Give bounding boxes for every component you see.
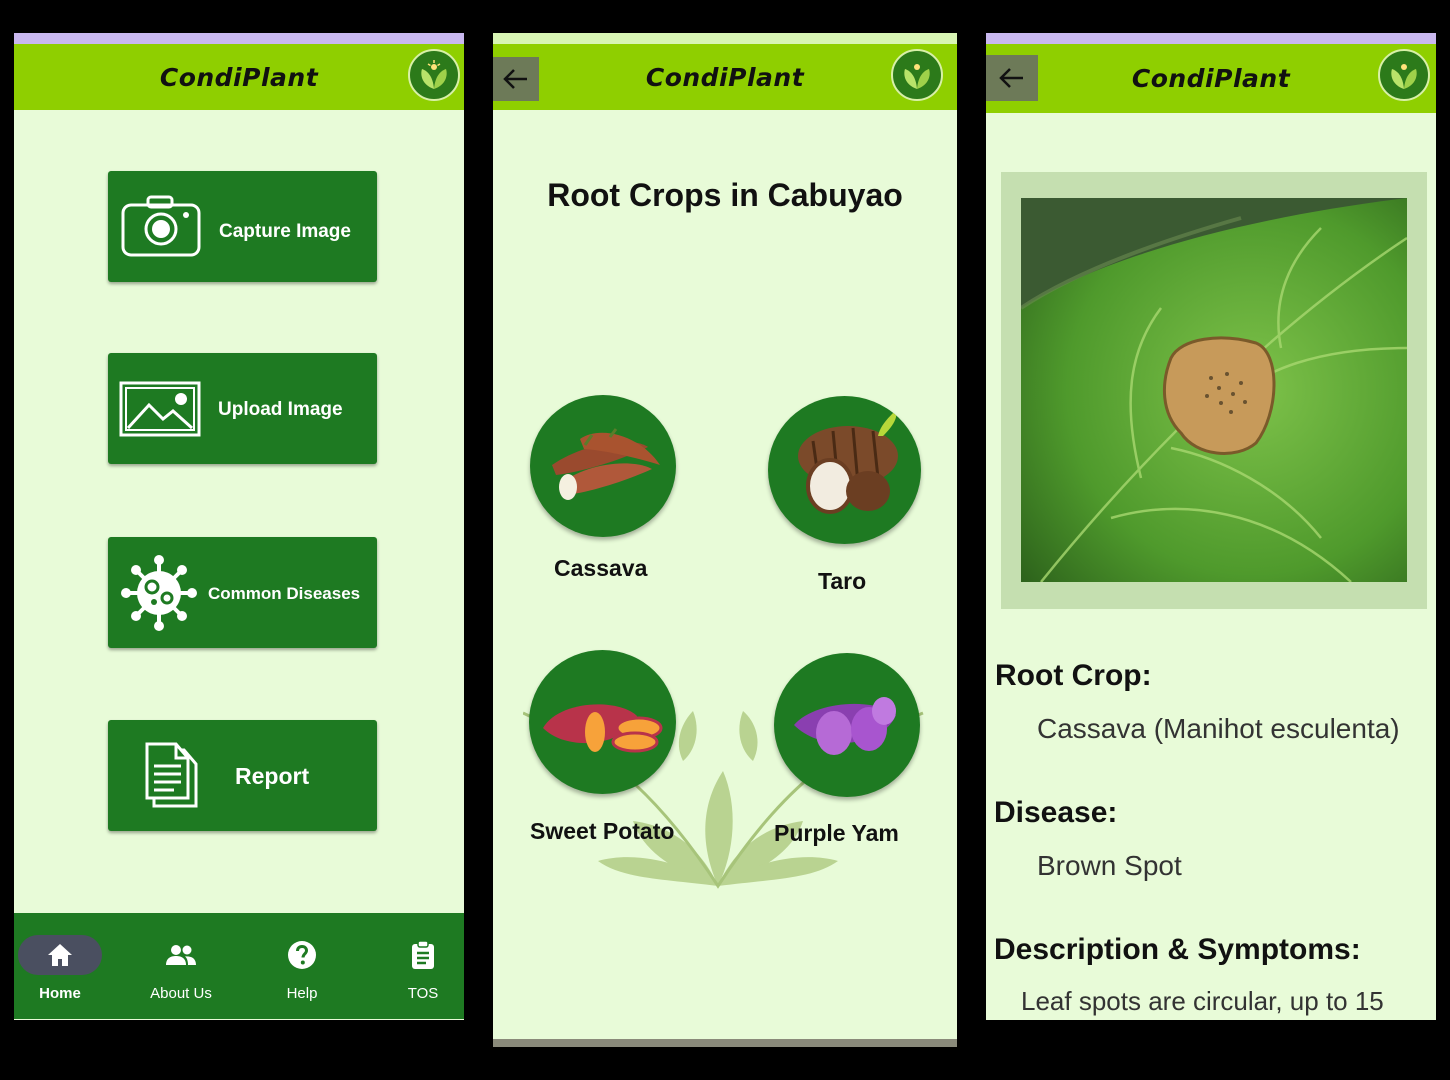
condiplant-logo — [891, 49, 943, 101]
bottom-divider — [493, 1039, 957, 1047]
crop-label-purple-yam: Purple Yam — [774, 820, 899, 846]
capture-image-button[interactable]: Capture Image — [108, 171, 377, 282]
camera-icon — [120, 193, 204, 259]
help-icon — [260, 935, 344, 975]
nav-help-label: Help — [286, 985, 318, 1002]
upload-image-label: Upload Image — [218, 399, 343, 420]
app-bar: CondiPlant — [14, 44, 464, 110]
app-title: CondiPlant — [645, 62, 805, 92]
nav-help[interactable]: Help — [246, 913, 358, 1019]
cassava-icon — [552, 428, 660, 500]
nav-home[interactable]: Home — [14, 913, 116, 1019]
home-screen: CondiPlant Capture Image Upload Image Co… — [14, 33, 464, 1020]
condiplant-logo — [408, 49, 460, 101]
arrow-left-icon — [999, 68, 1023, 88]
crop-label-cassava: Cassava — [554, 555, 648, 581]
description-value: Leaf spots are circular, up to 15 — [1021, 986, 1384, 1016]
crop-purple-yam[interactable] — [774, 653, 920, 797]
document-icon — [144, 742, 200, 810]
crop-label-taro: Taro — [818, 568, 867, 594]
root-crop-label: Root Crop: — [995, 659, 1152, 692]
disease-image-frame — [1001, 172, 1427, 609]
nav-home-label: Home — [39, 985, 81, 1002]
capture-image-label: Capture Image — [219, 221, 351, 242]
status-bar — [493, 33, 957, 44]
disease-detail-screen: CondiPlant Root Crop: Cassava (Manihot e… — [986, 33, 1436, 1020]
home-icon — [18, 935, 102, 975]
nav-tos-label: TOS — [407, 985, 439, 1002]
status-bar — [986, 33, 1436, 44]
taro-icon — [798, 410, 898, 514]
root-crop-value: Cassava (Manihot esculenta) — [1037, 713, 1400, 744]
root-crops-screen: CondiPlant Root Crops in Cabuyao Cassava — [493, 33, 957, 1047]
crop-label-sweet-potato: Sweet Potato — [530, 818, 675, 844]
app-bar: CondiPlant — [493, 44, 957, 110]
app-title: CondiPlant — [1131, 64, 1291, 93]
leaf-logo-icon — [904, 64, 930, 89]
leaf-logo-icon — [421, 60, 447, 89]
description-label: Description & Symptoms: — [994, 933, 1361, 966]
status-bar — [14, 33, 464, 44]
image-icon — [119, 381, 201, 437]
common-diseases-label: Common Diseases — [208, 584, 361, 603]
virus-icon — [120, 554, 198, 632]
sweet-potato-icon — [543, 704, 663, 753]
upload-image-button[interactable]: Upload Image — [108, 353, 377, 464]
leaf-logo-icon — [1391, 64, 1417, 89]
disease-label: Disease: — [994, 796, 1118, 829]
nav-about-us-label: About Us — [150, 985, 212, 1002]
clipboard-icon — [381, 935, 464, 975]
leaf-disease-photo — [1021, 198, 1407, 582]
crop-cassava[interactable] — [530, 395, 676, 537]
nav-tos[interactable]: TOS — [367, 913, 464, 1019]
people-icon — [139, 935, 223, 975]
disease-value: Brown Spot — [1037, 850, 1182, 881]
arrow-left-icon — [503, 69, 527, 89]
crop-taro[interactable] — [768, 396, 921, 544]
crop-sweet-potato[interactable] — [529, 650, 676, 794]
purple-yam-icon — [794, 697, 896, 755]
page-heading: Root Crops in Cabuyao — [547, 177, 903, 213]
condiplant-logo — [1378, 49, 1430, 101]
back-button[interactable] — [986, 55, 1038, 101]
report-label: Report — [235, 763, 310, 789]
back-button[interactable] — [493, 57, 539, 101]
report-button[interactable]: Report — [108, 720, 377, 831]
app-title: CondiPlant — [159, 62, 319, 92]
common-diseases-button[interactable]: Common Diseases — [108, 537, 377, 648]
nav-about-us[interactable]: About Us — [125, 913, 237, 1019]
bottom-navigation: Home About Us Help TOS — [14, 913, 464, 1019]
app-bar: CondiPlant — [986, 44, 1436, 113]
